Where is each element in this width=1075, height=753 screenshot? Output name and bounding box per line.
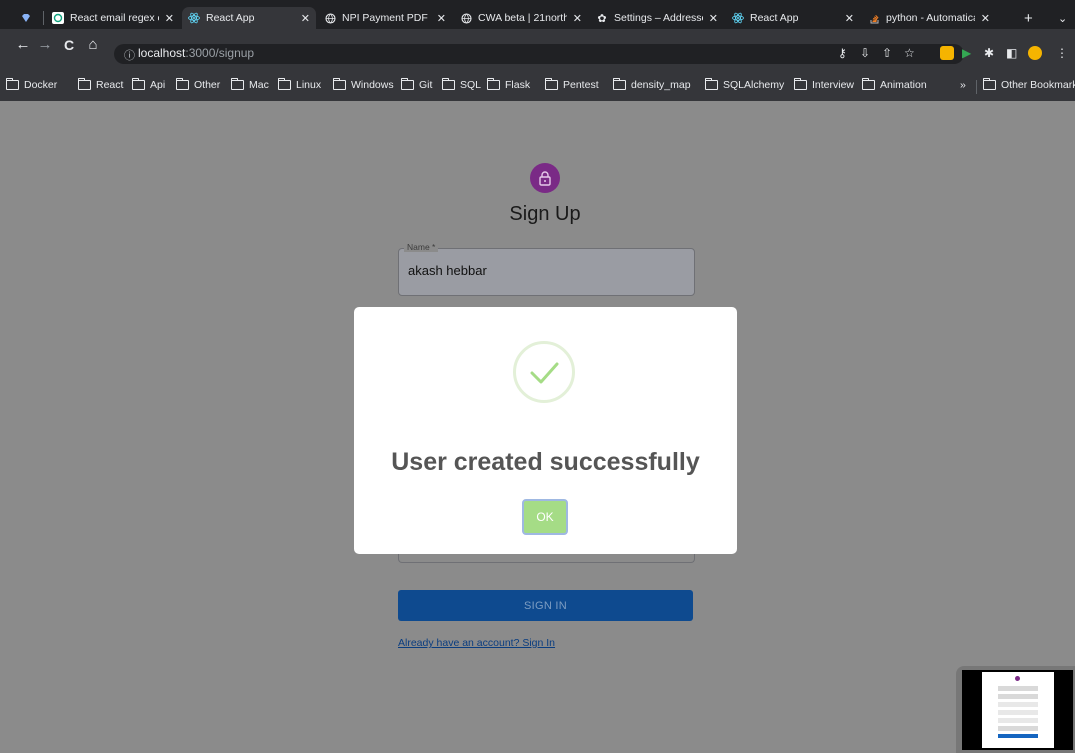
- folder-icon: [401, 78, 414, 90]
- new-tab-button[interactable]: +: [1024, 7, 1044, 29]
- tab-python-automation[interactable]: python - Automatica ✕: [862, 7, 996, 29]
- bookmark-other[interactable]: Other: [176, 78, 220, 91]
- star-icon[interactable]: ☆: [904, 45, 915, 61]
- bookmark-sqlalchemy[interactable]: SQLAlchemy: [705, 78, 784, 91]
- bookmarks-overflow-button[interactable]: »: [960, 79, 966, 91]
- success-check-icon: [513, 341, 575, 403]
- bookmark-api[interactable]: Api: [132, 78, 165, 91]
- folder-icon: [794, 78, 807, 90]
- close-icon[interactable]: ✕: [573, 12, 582, 25]
- close-icon[interactable]: ✕: [437, 12, 446, 25]
- bookmark-flask[interactable]: Flask: [487, 78, 530, 91]
- tab-title: React App: [750, 12, 799, 24]
- tab-npi-payment[interactable]: NPI Payment PDF Pr ✕: [318, 7, 452, 29]
- profile-avatar[interactable]: [1028, 46, 1042, 60]
- page-title: Sign Up: [509, 203, 581, 225]
- bookmarks-divider: [976, 80, 977, 94]
- url-text[interactable]: localhost:3000/signup: [138, 46, 254, 60]
- tab-title: NPI Payment PDF Pr: [342, 12, 431, 24]
- signin-link[interactable]: Already have an account? Sign In: [398, 637, 555, 649]
- bookmark-docker[interactable]: Docker: [6, 78, 57, 91]
- bookmark-interview[interactable]: Interview: [794, 78, 854, 91]
- globe-icon: [460, 12, 472, 24]
- extension-keep-icon[interactable]: [940, 46, 954, 60]
- tab-pinned[interactable]: [14, 7, 44, 29]
- tab-title: CWA beta | 21north: [478, 12, 567, 24]
- folder-icon: [613, 78, 626, 90]
- folder-icon: [78, 78, 91, 90]
- bookmark-sql[interactable]: SQL: [442, 78, 481, 91]
- lock-icon: [539, 170, 551, 186]
- url-path: :3000/signup: [185, 46, 255, 60]
- menu-kebab-icon[interactable]: ⋮: [1056, 45, 1068, 61]
- lock-avatar: [530, 163, 560, 193]
- gear-icon: ✿: [597, 12, 607, 25]
- submit-button[interactable]: SIGN IN: [398, 590, 693, 621]
- folder-icon: [545, 78, 558, 90]
- thumbnail-page: [982, 672, 1054, 748]
- extension-play-icon[interactable]: ▶: [962, 45, 971, 61]
- folder-icon: [705, 78, 718, 90]
- tab-settings-addresses[interactable]: ✿ Settings – Addresse ✕: [590, 7, 724, 29]
- globe-icon: [324, 12, 336, 24]
- folder-icon: [231, 78, 244, 90]
- folder-icon: [333, 78, 346, 90]
- bookmark-density-map[interactable]: density_map: [613, 78, 691, 91]
- bookmark-windows[interactable]: Windows: [333, 78, 394, 91]
- tab-title: React App: [206, 12, 255, 24]
- folder-icon: [6, 78, 19, 90]
- tab-react-app-active[interactable]: React App ✕: [182, 7, 316, 29]
- close-icon[interactable]: ✕: [845, 12, 854, 25]
- tab-search-chevron-icon[interactable]: ⌄: [1058, 7, 1072, 29]
- extensions-puzzle-icon[interactable]: ✱: [984, 45, 994, 61]
- folder-icon: [487, 78, 500, 90]
- side-panel-icon[interactable]: ◧: [1006, 45, 1017, 61]
- openai-icon: [52, 12, 64, 24]
- back-arrow-icon[interactable]: ←: [14, 36, 32, 54]
- gem-icon: [20, 12, 32, 24]
- url-host: localhost: [138, 46, 186, 60]
- bookmark-animation[interactable]: Animation: [862, 78, 927, 91]
- modal-title: User created successfully: [391, 448, 700, 476]
- forward-arrow-icon[interactable]: →: [36, 36, 54, 54]
- other-bookmarks[interactable]: Other Bookmarks: [983, 78, 1075, 91]
- key-icon[interactable]: ⚷: [838, 45, 847, 61]
- name-field-value[interactable]: akash hebbar: [408, 263, 487, 278]
- bookmark-git[interactable]: Git: [401, 78, 432, 91]
- tab-react-app[interactable]: React App ✕: [726, 7, 860, 29]
- reload-icon[interactable]: C: [60, 36, 78, 54]
- folder-icon: [278, 78, 291, 90]
- home-icon[interactable]: ⌂: [84, 36, 102, 54]
- folder-icon: [442, 78, 455, 90]
- folder-icon: [862, 78, 875, 90]
- tab-title: React email regex ch: [70, 12, 159, 24]
- tab-cwa-beta[interactable]: CWA beta | 21north ✕: [454, 7, 588, 29]
- stackoverflow-icon: [868, 12, 880, 24]
- bookmark-pentest[interactable]: Pentest: [545, 78, 599, 91]
- folder-icon: [176, 78, 189, 90]
- info-icon[interactable]: ⓘ: [124, 47, 135, 63]
- close-icon[interactable]: ✕: [709, 12, 718, 25]
- share-icon[interactable]: ⇧: [882, 45, 892, 61]
- name-field-label: Name *: [404, 242, 439, 252]
- ok-button[interactable]: OK: [522, 499, 568, 535]
- react-icon: [188, 12, 200, 24]
- close-icon[interactable]: ✕: [301, 12, 310, 25]
- close-icon[interactable]: ✕: [981, 12, 990, 25]
- close-icon[interactable]: ✕: [165, 12, 174, 25]
- folder-icon: [983, 78, 996, 90]
- tab-title: python - Automatica: [886, 12, 975, 24]
- tab-react-email-regex[interactable]: React email regex ch ✕: [46, 7, 180, 29]
- bookmark-mac[interactable]: Mac: [231, 78, 269, 91]
- bookmark-react[interactable]: React: [78, 78, 123, 91]
- react-icon: [732, 12, 744, 24]
- bookmark-linux[interactable]: Linux: [278, 78, 321, 91]
- tab-title: Settings – Addresse: [614, 12, 703, 24]
- folder-icon: [132, 78, 145, 90]
- install-icon[interactable]: ⇩: [860, 45, 870, 61]
